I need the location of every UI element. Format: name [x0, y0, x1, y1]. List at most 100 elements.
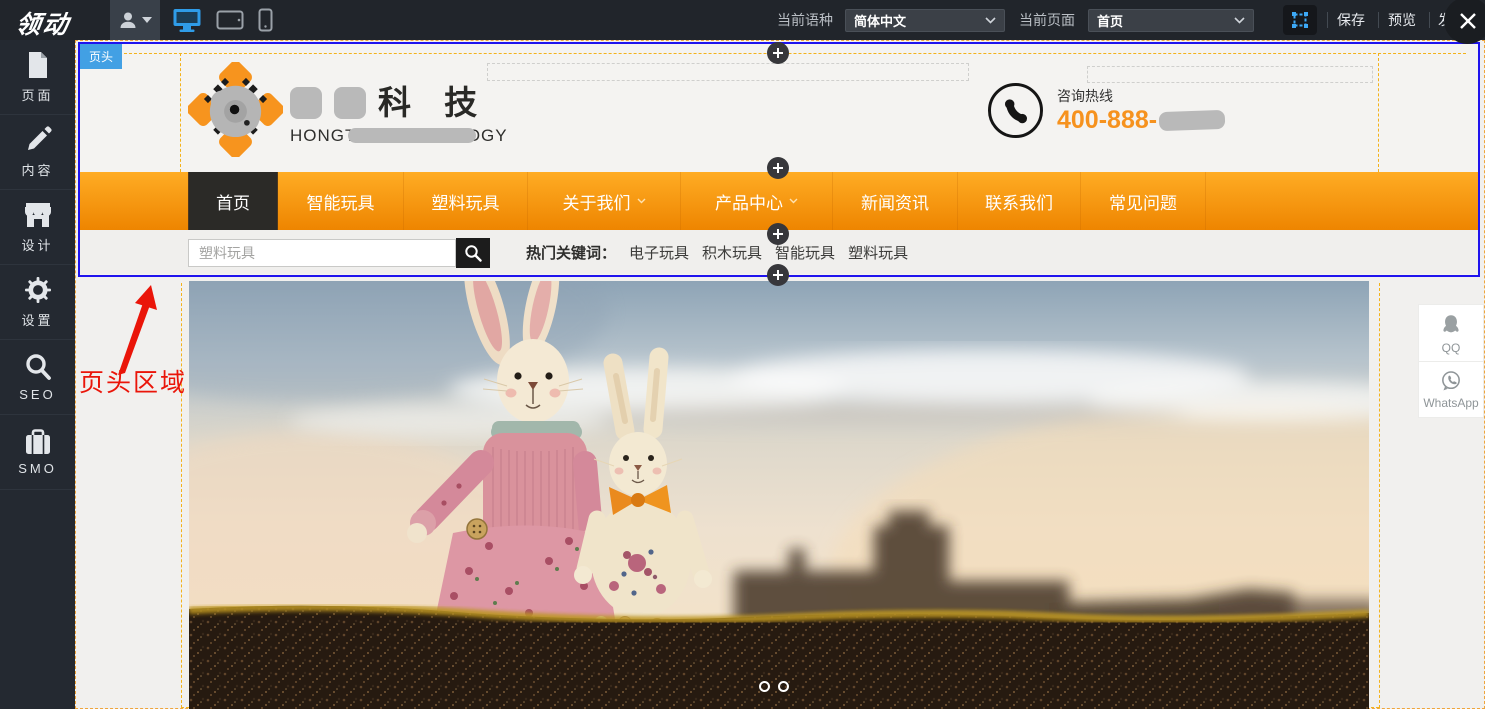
nav-item-label: 新闻资讯 — [861, 189, 929, 214]
sidebar-item-label: 设置 — [21, 310, 53, 329]
carousel-dots — [759, 681, 789, 692]
plus-icon — [772, 269, 784, 281]
site-nav: 首页 智能玩具 塑料玩具 关于我们 产品中心 新闻资讯 联系我们 常见问题 — [80, 172, 1478, 230]
search-input[interactable] — [188, 239, 456, 267]
empty-placeholder[interactable] — [487, 63, 969, 81]
nav-item-plastic-toys[interactable]: 塑料玩具 — [404, 172, 528, 230]
tablet-icon — [216, 9, 244, 31]
toolbar-divider — [1378, 12, 1379, 28]
redacted-logo-char — [334, 87, 366, 119]
carousel-dot[interactable] — [778, 681, 789, 692]
nav-item-contact[interactable]: 联系我们 — [958, 172, 1081, 230]
tablet-preview-button[interactable] — [216, 9, 244, 31]
app-logo: 领动 — [13, 5, 72, 41]
editor-window: 领动 — [0, 0, 1485, 709]
add-section-button[interactable] — [767, 223, 789, 245]
phone-icon — [988, 83, 1043, 138]
keyword-link[interactable]: 智能玩具 — [775, 242, 835, 263]
nav-item-smart-toys[interactable]: 智能玩具 — [278, 172, 404, 230]
nav-item-label: 常见问题 — [1109, 189, 1177, 214]
redacted-phone-digits — [1159, 110, 1226, 131]
add-section-button[interactable] — [767, 157, 789, 179]
hero-slider[interactable] — [189, 281, 1369, 709]
site-title: 科 技 — [378, 86, 489, 120]
sidebar-item-label: SMO — [18, 461, 57, 476]
contact-label: QQ — [1442, 341, 1461, 355]
search-button[interactable] — [456, 238, 490, 268]
chevron-down-icon — [1234, 17, 1245, 24]
keyword-link[interactable]: 塑料玩具 — [848, 242, 908, 263]
nav-item-faq[interactable]: 常见问题 — [1081, 172, 1206, 230]
editor-sidebar: 页面 内容 设计 — [0, 40, 75, 709]
empty-placeholder[interactable] — [1087, 66, 1373, 83]
nav-item-home[interactable]: 首页 — [188, 172, 278, 230]
preview-button[interactable]: 预览 — [1388, 0, 1416, 40]
language-label: 当前语种 — [777, 0, 833, 40]
sidebar-item-settings[interactable]: 设置 — [0, 265, 75, 340]
add-section-button[interactable] — [767, 264, 789, 286]
gear-icon — [24, 276, 52, 304]
hotline-label: 咨询热线 — [1057, 86, 1225, 106]
hot-keywords: 热门关键词： 电子玩具 积木玩具 智能玩具 塑料玩具 — [526, 230, 908, 274]
toolbar-divider — [1327, 12, 1328, 28]
language-select[interactable]: 简体中文 — [845, 9, 1005, 32]
page-label: 当前页面 — [1019, 0, 1075, 40]
search-icon — [24, 353, 52, 381]
keyword-link[interactable]: 积木玩具 — [702, 242, 762, 263]
sidebar-item-pages[interactable]: 页面 — [0, 40, 75, 115]
plus-icon — [772, 162, 784, 174]
device-preview-switch — [172, 0, 273, 40]
page-select[interactable]: 首页 — [1088, 9, 1254, 32]
dashed-selection-icon — [1291, 11, 1309, 29]
top-toolbar: 领动 — [0, 0, 1485, 40]
carousel-dot[interactable] — [759, 681, 770, 692]
briefcase-icon — [24, 429, 52, 455]
nav-item-label: 首页 — [216, 189, 250, 214]
sidebar-item-seo[interactable]: SEO — [0, 340, 75, 415]
toolbar-divider — [1429, 12, 1430, 28]
sidebar-item-content[interactable]: 内容 — [0, 115, 75, 190]
content-guide-line — [181, 283, 182, 708]
page-icon — [25, 51, 51, 79]
user-avatar-icon — [118, 10, 138, 30]
region-badge[interactable]: 页头 — [80, 44, 122, 69]
add-section-button[interactable] — [767, 42, 789, 64]
chevron-down-icon — [637, 198, 646, 204]
whatsapp-contact-button[interactable]: WhatsApp — [1419, 361, 1483, 417]
page-canvas: 页头 — [75, 40, 1485, 709]
whatsapp-icon — [1439, 369, 1463, 393]
nav-item-label: 智能玩具 — [307, 189, 375, 214]
sidebar-item-design[interactable]: 设计 — [0, 190, 75, 265]
chevron-down-icon — [985, 17, 996, 24]
sidebar-item-smo[interactable]: SMO — [0, 415, 75, 490]
site-logo-text[interactable]: 科 技 HONGTAI TECHNOLOGY — [290, 86, 508, 146]
hotline-block[interactable]: 咨询热线 400-888- — [988, 83, 1225, 138]
account-menu[interactable] — [110, 0, 160, 40]
site-logo-mark[interactable] — [188, 62, 283, 157]
select-region-mode-button[interactable] — [1283, 5, 1317, 35]
desktop-icon — [172, 7, 202, 33]
sidebar-item-label: 页面 — [21, 85, 53, 104]
sidebar-item-label: SEO — [19, 387, 55, 402]
header-region[interactable]: 页头 — [78, 42, 1480, 277]
nav-item-about-us[interactable]: 关于我们 — [528, 172, 681, 230]
keyword-link[interactable]: 电子玩具 — [629, 242, 689, 263]
save-button[interactable]: 保存 — [1337, 0, 1365, 40]
mobile-preview-button[interactable] — [258, 8, 273, 32]
nav-item-products[interactable]: 产品中心 — [681, 172, 833, 230]
content-guide-line — [1379, 283, 1380, 708]
hotline-number: 400-888- — [1057, 106, 1157, 135]
qq-contact-button[interactable]: QQ — [1419, 305, 1483, 361]
redacted-scribble — [348, 128, 476, 143]
nav-item-news[interactable]: 新闻资讯 — [833, 172, 958, 230]
hero-image-rabbits — [189, 281, 1369, 709]
nav-item-label: 联系我们 — [985, 189, 1053, 214]
plus-icon — [772, 47, 784, 59]
nav-item-label: 关于我们 — [563, 189, 631, 214]
search-icon — [464, 244, 482, 262]
nav-item-label: 产品中心 — [715, 189, 783, 214]
pencil-icon — [24, 126, 52, 154]
language-value: 简体中文 — [854, 11, 985, 30]
contact-widget: QQ WhatsApp — [1418, 304, 1484, 418]
desktop-preview-button[interactable] — [172, 7, 202, 33]
